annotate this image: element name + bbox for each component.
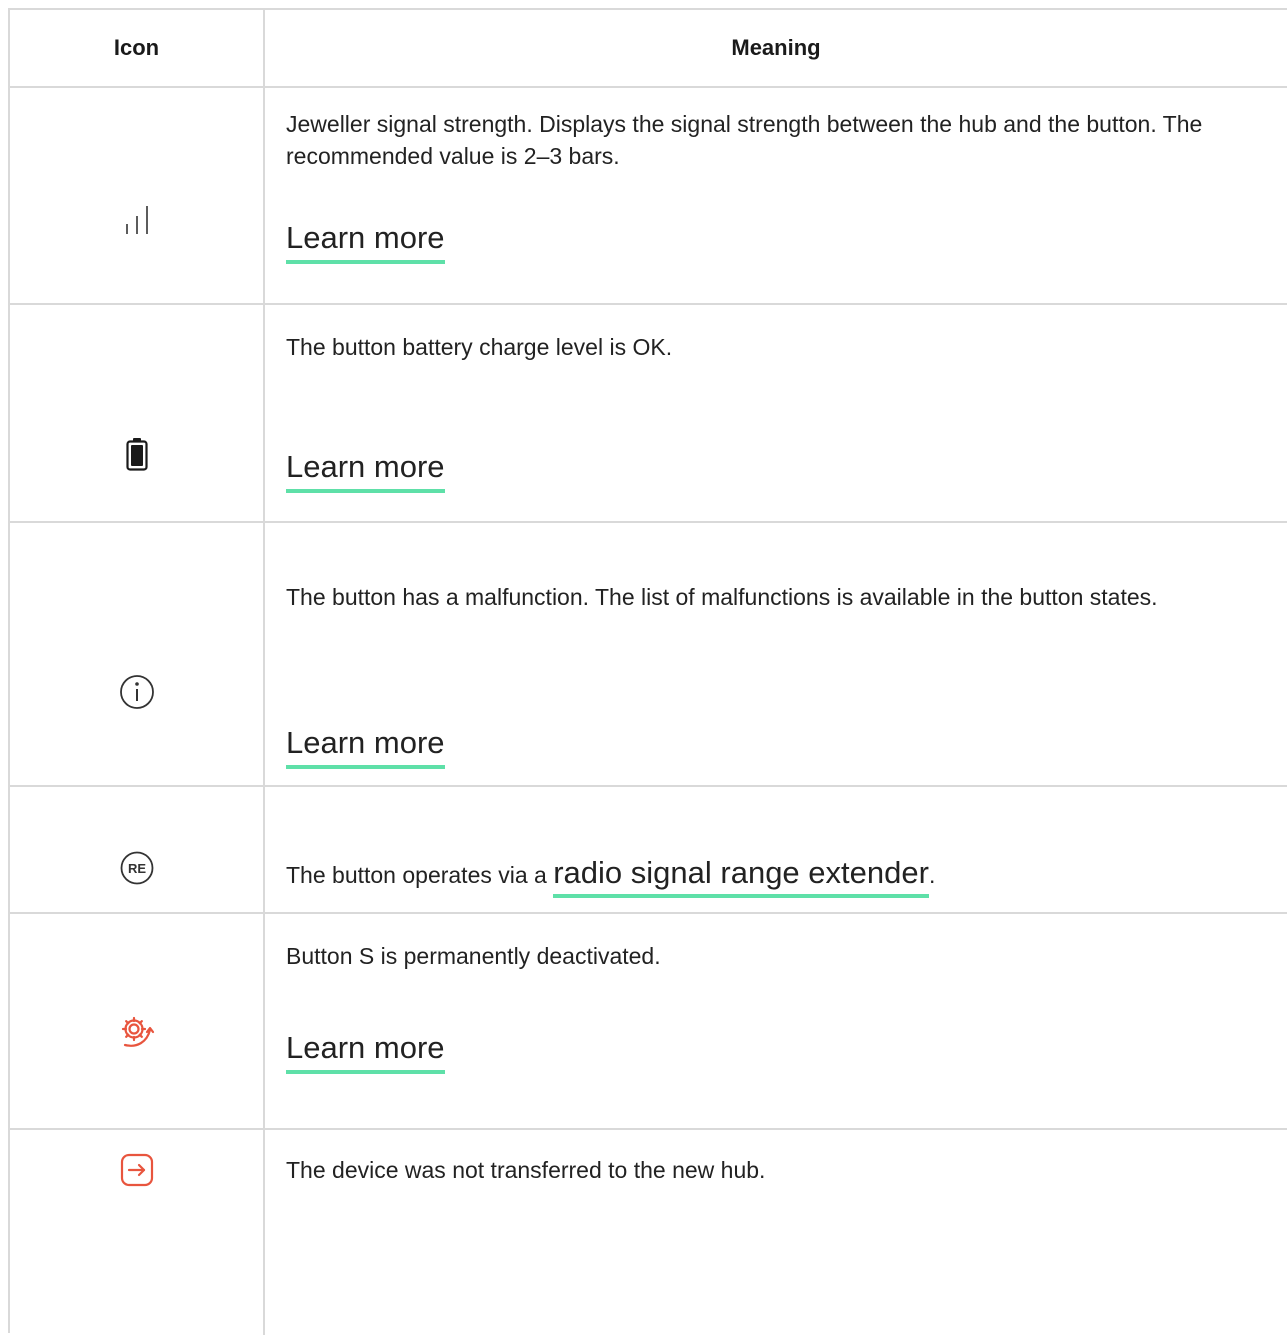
icon-cell xyxy=(10,1012,263,1052)
icon-meaning-table: Icon Meaning Jeweller signal strength. D… xyxy=(8,8,1287,1335)
icon-cell xyxy=(10,1152,263,1188)
deactivated-gear-icon xyxy=(121,1016,154,1047)
column-divider xyxy=(263,914,265,1128)
table-row: Jeweller signal strength. Displays the s… xyxy=(10,88,1287,305)
meaning-cell: The button has a malfunction. The list o… xyxy=(286,581,1269,769)
table-row: The device was not transferred to the ne… xyxy=(10,1130,1287,1335)
row-text-before: The button operates via a xyxy=(286,862,554,888)
row-description: Button S is permanently deactivated. xyxy=(286,943,661,969)
table-row: The button battery charge level is OK. L… xyxy=(10,305,1287,523)
learn-more-link[interactable]: Learn more xyxy=(286,1030,445,1074)
row-text-after: . xyxy=(928,862,936,888)
info-icon xyxy=(119,675,154,709)
battery-icon xyxy=(125,438,148,471)
range-extender-icon: RE xyxy=(120,851,153,885)
header-meaning: Meaning xyxy=(731,35,821,60)
icon-cell xyxy=(10,202,263,238)
column-divider xyxy=(263,1130,265,1335)
icon-cell xyxy=(10,673,263,711)
meaning-cell: Button S is permanently deactivated. Lea… xyxy=(286,940,1269,1074)
row-description: The device was not transferred to the ne… xyxy=(286,1157,766,1183)
meaning-cell: The device was not transferred to the ne… xyxy=(286,1154,1269,1186)
header-icon: Icon xyxy=(113,35,160,60)
signal-strength-icon xyxy=(125,206,148,234)
row-description: The button operates via a radio signal r… xyxy=(286,851,1269,898)
learn-more-link[interactable]: Learn more xyxy=(286,220,445,264)
column-divider xyxy=(263,88,265,303)
table-header-row: Icon Meaning xyxy=(10,10,1287,88)
row-description: The button has a malfunction. The list o… xyxy=(286,584,1158,610)
meaning-cell: The button operates via a radio signal r… xyxy=(286,851,1269,898)
row-description: Jeweller signal strength. Displays the s… xyxy=(286,111,1203,169)
meaning-cell: The button battery charge level is OK. L… xyxy=(286,331,1269,493)
table-row: The button has a malfunction. The list o… xyxy=(10,523,1287,787)
icon-cell: RE xyxy=(10,850,263,886)
column-divider xyxy=(263,523,265,785)
table-row: Button S is permanently deactivated. Lea… xyxy=(10,914,1287,1130)
column-divider xyxy=(263,787,265,912)
table-row: RE The button operates via a radio signa… xyxy=(10,787,1287,914)
learn-more-link[interactable]: Learn more xyxy=(286,449,445,493)
meaning-cell: Jeweller signal strength. Displays the s… xyxy=(286,108,1269,264)
column-divider xyxy=(263,305,265,521)
learn-more-link[interactable]: Learn more xyxy=(286,725,445,769)
row-description: The button battery charge level is OK. xyxy=(286,334,673,360)
range-extender-icon-text: RE xyxy=(127,861,145,876)
radio-signal-range-extender-link[interactable]: radio signal range extender xyxy=(553,855,929,898)
icon-cell xyxy=(10,437,263,471)
transfer-arrow-icon xyxy=(120,1153,153,1187)
